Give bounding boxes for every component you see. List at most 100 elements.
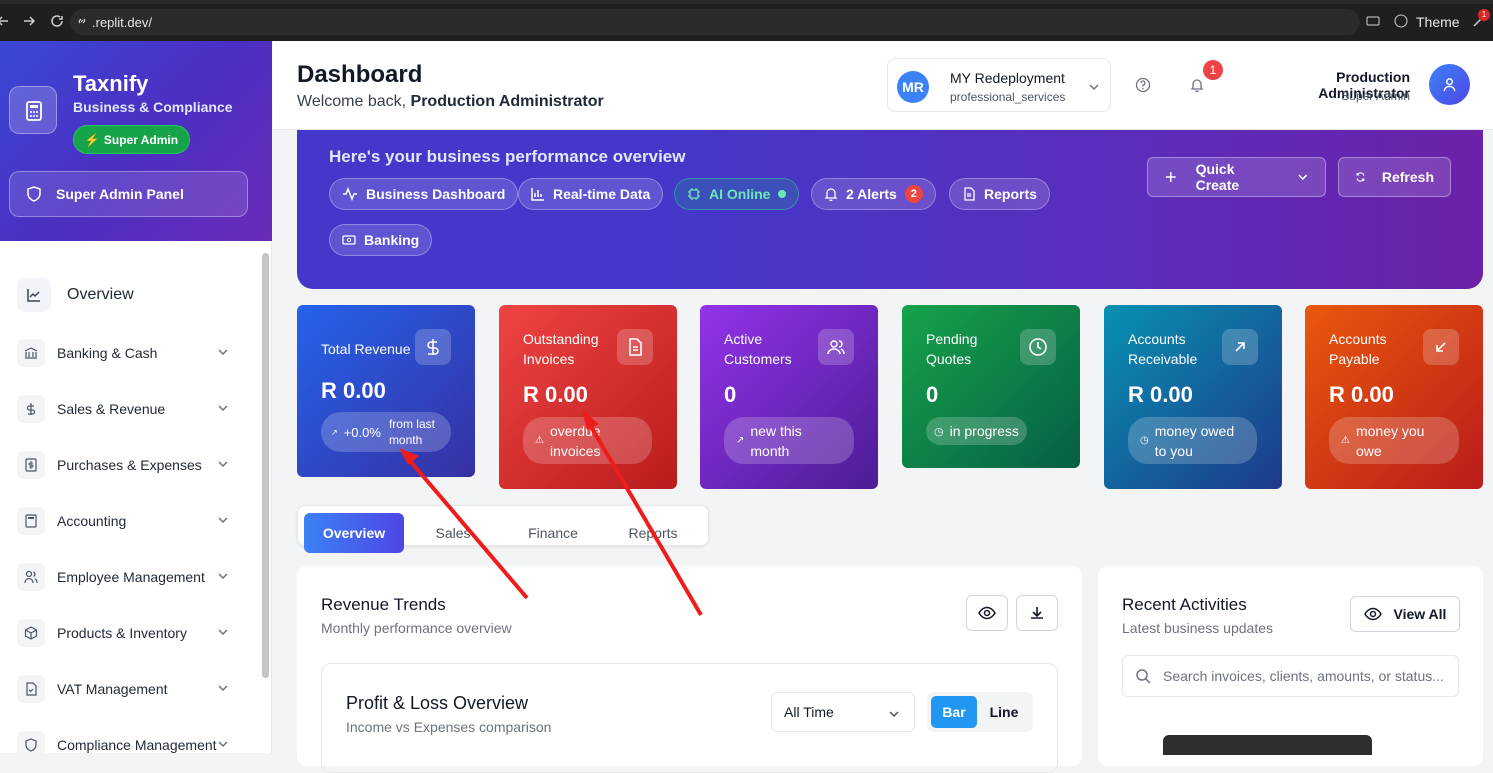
- file-check-icon: [17, 675, 45, 703]
- search-icon: [1136, 669, 1151, 684]
- chip-real-time-data[interactable]: Real-time Data: [518, 178, 664, 210]
- palette-icon[interactable]: [1394, 14, 1408, 28]
- card-title: Pending Quotes: [926, 331, 978, 367]
- welcome-name: Production Administrator: [410, 93, 604, 110]
- card-pending-quotes[interactable]: Pending Quotes 0 ◷ in progress: [902, 305, 1080, 468]
- chip-banking[interactable]: Banking: [329, 224, 433, 256]
- period-select[interactable]: All Time: [771, 692, 915, 732]
- view-button[interactable]: [966, 595, 1008, 631]
- chip-label: Reports: [984, 186, 1037, 202]
- sidebar-item-label: VAT Management: [57, 681, 168, 697]
- card-status-label: money you owe: [1355, 422, 1425, 459]
- link-icon: [76, 15, 88, 27]
- sidebar-item-accounting[interactable]: Accounting: [17, 506, 232, 536]
- cast-icon[interactable]: [1366, 14, 1380, 28]
- trend-caption: from last month: [388, 417, 435, 447]
- organization-switcher[interactable]: MR MY Redeployment professional_services: [887, 58, 1111, 112]
- chip-alerts[interactable]: 2 Alerts 2: [811, 178, 936, 210]
- browser-toolbar: .replit.dev/ Theme 1: [0, 0, 1493, 41]
- plus-icon: [1165, 172, 1176, 182]
- card-value: R 0.00: [1128, 382, 1193, 407]
- tab-finance[interactable]: Finance: [508, 513, 598, 553]
- extension-badge: 1: [1478, 9, 1490, 21]
- super-admin-panel-button[interactable]: Super Admin Panel: [9, 171, 248, 217]
- notification-badge: 1: [1203, 60, 1223, 80]
- card-status-label: in progress: [949, 423, 1019, 439]
- org-avatar: MR: [897, 71, 929, 103]
- card-active-customers[interactable]: Active Customers 0 ↗ new this month: [700, 305, 878, 489]
- chip-label: Real-time Data: [553, 186, 651, 202]
- sidebar-item-label: Overview: [67, 286, 134, 303]
- sidebar-item-employees[interactable]: Employee Management: [17, 562, 232, 592]
- card-accounts-receivable[interactable]: Accounts Receivable R 0.00 ◷ money owed …: [1104, 305, 1282, 489]
- card-status-pill: ◷ in progress: [926, 417, 1027, 445]
- pl-subtitle: Income vs Expenses comparison: [346, 719, 552, 735]
- sidebar-scrollbar[interactable]: [262, 253, 269, 678]
- tab-overview[interactable]: Overview: [304, 513, 404, 553]
- chip-label: Business Dashboard: [366, 186, 506, 202]
- user-avatar[interactable]: [1429, 64, 1470, 105]
- sidebar-item-sales[interactable]: Sales & Revenue: [17, 394, 232, 424]
- sidebar-item-products[interactable]: Products & Inventory: [17, 618, 232, 648]
- tab-reports[interactable]: Reports: [608, 513, 698, 553]
- clock-icon: ◷: [934, 425, 944, 438]
- line-toggle-button[interactable]: Line: [979, 696, 1029, 728]
- quick-create-button[interactable]: Quick Create: [1147, 157, 1326, 197]
- card-total-revenue[interactable]: Total Revenue R 0.00 ↗ +0.0% from last m…: [297, 305, 475, 477]
- bell-icon[interactable]: [1189, 77, 1205, 93]
- back-icon[interactable]: [0, 14, 10, 28]
- chip-label: Banking: [364, 232, 420, 248]
- chip-reports[interactable]: Reports: [949, 178, 1050, 210]
- arrow-up-right-icon: [1222, 329, 1258, 365]
- chevron-down-icon: [218, 627, 228, 637]
- address-bar[interactable]: [70, 9, 1360, 35]
- chip-label: AI Online: [709, 186, 771, 202]
- tab-sales[interactable]: Sales: [408, 513, 498, 553]
- card-title: Accounts Payable: [1329, 331, 1387, 367]
- chevron-down-icon: [218, 571, 228, 581]
- chip-label: 2 Alerts: [846, 186, 897, 202]
- sidebar: Taxnify Business & Compliance ⚡ Super Ad…: [0, 41, 272, 759]
- chevron-down-icon: [1088, 81, 1100, 93]
- card-status-pill: ◷ money owed to you: [1128, 417, 1257, 464]
- users-icon: [818, 329, 854, 365]
- welcome-prefix: Welcome back,: [297, 93, 407, 110]
- dollar-icon: [17, 395, 45, 423]
- bank-icon: [17, 339, 45, 367]
- sidebar-item-overview[interactable]: Overview: [17, 278, 134, 312]
- sidebar-item-banking[interactable]: Banking & Cash: [17, 338, 232, 368]
- alert-triangle-icon: ⚠: [535, 435, 544, 446]
- user-role: Super Admin: [1341, 89, 1410, 103]
- card-title: Accounts Receivable: [1128, 331, 1198, 367]
- view-all-button[interactable]: View All: [1350, 596, 1460, 632]
- reload-icon[interactable]: [50, 14, 64, 28]
- super-admin-badge-label: Super Admin: [103, 132, 179, 147]
- refresh-label: Refresh: [1381, 169, 1434, 185]
- org-type: professional_services: [950, 90, 1066, 104]
- url-text[interactable]: .replit.dev/: [92, 15, 152, 30]
- sidebar-item-label: Purchases & Expenses: [57, 457, 202, 473]
- card-status-label: money owed to you: [1154, 422, 1235, 459]
- panel-title: Revenue Trends: [321, 595, 446, 614]
- download-button[interactable]: [1016, 595, 1058, 631]
- trend-up-icon: ↗: [736, 435, 745, 446]
- sidebar-item-vat[interactable]: VAT Management: [17, 674, 232, 704]
- card-status-pill: ⚠ overdue invoices: [523, 417, 652, 464]
- help-icon[interactable]: [1135, 77, 1151, 93]
- card-title: Active Customers: [724, 331, 792, 367]
- sidebar-item-purchases[interactable]: Purchases & Expenses: [17, 450, 232, 480]
- bar-toggle-button[interactable]: Bar: [931, 696, 977, 728]
- activity-icon: [343, 186, 357, 202]
- card-outstanding-invoices[interactable]: Outstanding Invoices R 0.00 ⚠ overdue in…: [499, 305, 677, 489]
- welcome-message: Welcome back, Production Administrator: [297, 93, 604, 111]
- theme-label[interactable]: Theme: [1416, 14, 1460, 30]
- chip-business-dashboard[interactable]: Business Dashboard: [329, 178, 519, 210]
- activity-search-input[interactable]: Search invoices, clients, amounts, or st…: [1122, 655, 1459, 697]
- refresh-button[interactable]: Refresh: [1338, 157, 1451, 197]
- forward-icon[interactable]: [22, 14, 36, 28]
- sidebar-item-compliance[interactable]: Compliance Management: [17, 730, 232, 760]
- card-status-label: new this month: [750, 422, 802, 459]
- chip-ai-online[interactable]: AI Online: [674, 178, 800, 210]
- chevron-down-icon: [218, 683, 228, 693]
- card-accounts-payable[interactable]: Accounts Payable R 0.00 ⚠ money you owe: [1305, 305, 1483, 489]
